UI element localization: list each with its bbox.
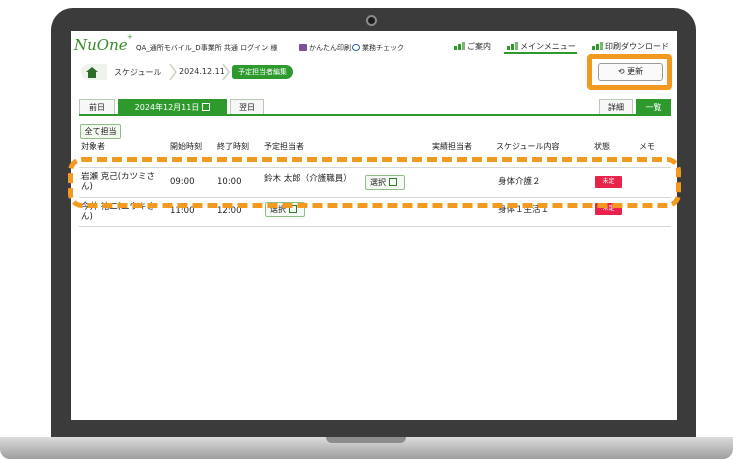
menu-main-label: メインメニュー (520, 42, 576, 51)
date-navigation: 前日 2024年12月11日 翌日 詳細 一覧 (79, 99, 671, 115)
menu-print-download[interactable]: 印刷ダウンロード (592, 41, 669, 52)
assign-all-button[interactable]: 全て担当 (80, 124, 121, 139)
home-icon-body (88, 72, 96, 78)
menu-bars-icon (507, 42, 518, 50)
next-day-tab[interactable]: 翌日 (230, 99, 264, 115)
chevron-right-icon (169, 64, 177, 80)
tab-detail[interactable]: 詳細 (599, 99, 633, 115)
col-header-end: 終了時刻 (217, 142, 249, 151)
app-logo[interactable]: NuOne (74, 36, 128, 54)
col-header-status: 状態 (594, 142, 610, 151)
prev-day-tab[interactable]: 前日 (79, 99, 115, 115)
laptop-notch (326, 437, 406, 443)
tab-list[interactable]: 一覧 (636, 99, 671, 115)
col-header-subject: 対象者 (81, 142, 105, 151)
printer-icon (299, 44, 307, 51)
breadcrumb-date[interactable]: 2024.12.11 (179, 67, 225, 76)
easy-print-label: かんたん印刷 (309, 44, 351, 52)
menu-main[interactable]: メインメニュー (507, 41, 576, 52)
chevron-right-icon (222, 64, 230, 80)
refresh-button[interactable]: ⟲ 更新 (598, 63, 663, 81)
info-circle-icon (352, 44, 360, 51)
breadcrumb-current: 予定担当者編集 (232, 65, 293, 79)
current-date-tab[interactable]: 2024年12月11日 (118, 99, 227, 115)
task-check-label: 業務チェック (362, 44, 404, 52)
col-header-planned: 予定担当者 (264, 142, 304, 151)
breadcrumb-schedule[interactable]: スケジュール (114, 67, 161, 78)
task-check-link[interactable]: 業務チェック (352, 43, 404, 53)
row-highlight (68, 157, 681, 208)
col-header-start: 開始時刻 (170, 142, 202, 151)
camera-icon (366, 15, 377, 26)
refresh-label: 更新 (627, 67, 644, 76)
menu-bars-icon (454, 42, 465, 50)
menu-guide-label: ご案内 (467, 42, 491, 51)
logo-plus: + (127, 33, 133, 41)
col-header-actual: 実績担当者 (432, 142, 472, 151)
menu-guide[interactable]: ご案内 (454, 41, 491, 52)
menu-active-indicator (504, 52, 577, 54)
col-header-content: スケジュール内容 (496, 142, 560, 151)
menu-bars-icon (592, 42, 603, 50)
refresh-icon: ⟲ (617, 67, 625, 76)
app-screen: NuOne + QA_通所モバイル_D事業所 共通 ログイン 様 かんたん印刷 … (71, 31, 677, 420)
breadcrumb-home[interactable] (81, 64, 107, 80)
login-info: QA_通所モバイル_D事業所 共通 ログイン 様 (136, 44, 278, 52)
tab-underline (79, 114, 671, 116)
current-date-label: 2024年12月11日 (134, 103, 200, 112)
col-header-memo: メモ (639, 142, 655, 151)
stage: NuOne + QA_通所モバイル_D事業所 共通 ログイン 様 かんたん印刷 … (0, 0, 733, 459)
menu-print-download-label: 印刷ダウンロード (605, 42, 669, 51)
calendar-icon (202, 103, 211, 111)
easy-print-link[interactable]: かんたん印刷 (299, 43, 351, 53)
app-header: NuOne + QA_通所モバイル_D事業所 共通 ログイン 様 かんたん印刷 … (71, 31, 677, 57)
